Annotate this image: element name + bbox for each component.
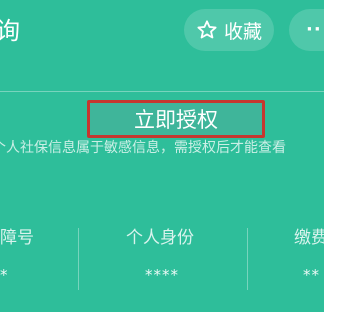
screen-edge — [0, 312, 338, 320]
header-divider — [0, 91, 324, 92]
info-value-social-security-number: * — [0, 266, 9, 284]
info-label-social-security-number: 障号 — [0, 228, 34, 248]
info-label-personal-identity: 个人身份 — [126, 228, 194, 248]
info-value-payment: ** — [303, 266, 320, 284]
social-security-card: 询 收藏 ·· 立即授权 个人社保信息属于敏感信息，需授权后才能查看 障号 * … — [0, 0, 324, 312]
page-title: 询 — [0, 17, 20, 45]
star-outline-icon — [196, 19, 218, 41]
info-value-personal-identity: **** — [145, 266, 179, 284]
more-dots-icon: ·· — [306, 19, 322, 40]
authorization-notice: 个人社保信息属于敏感信息，需授权后才能查看 — [0, 138, 324, 158]
column-divider — [247, 228, 248, 290]
screen-edge — [324, 0, 338, 320]
authorize-now-label: 立即授权 — [134, 108, 218, 132]
column-divider — [78, 228, 79, 290]
info-label-payment: 缴费 — [294, 228, 324, 248]
authorize-now-button[interactable]: 立即授权 — [87, 100, 265, 138]
authorization-notice-text: 个人社保信息属于敏感信息，需授权后才能查看 — [0, 140, 286, 156]
favorite-button[interactable]: 收藏 — [184, 9, 274, 51]
favorite-label: 收藏 — [223, 20, 262, 43]
